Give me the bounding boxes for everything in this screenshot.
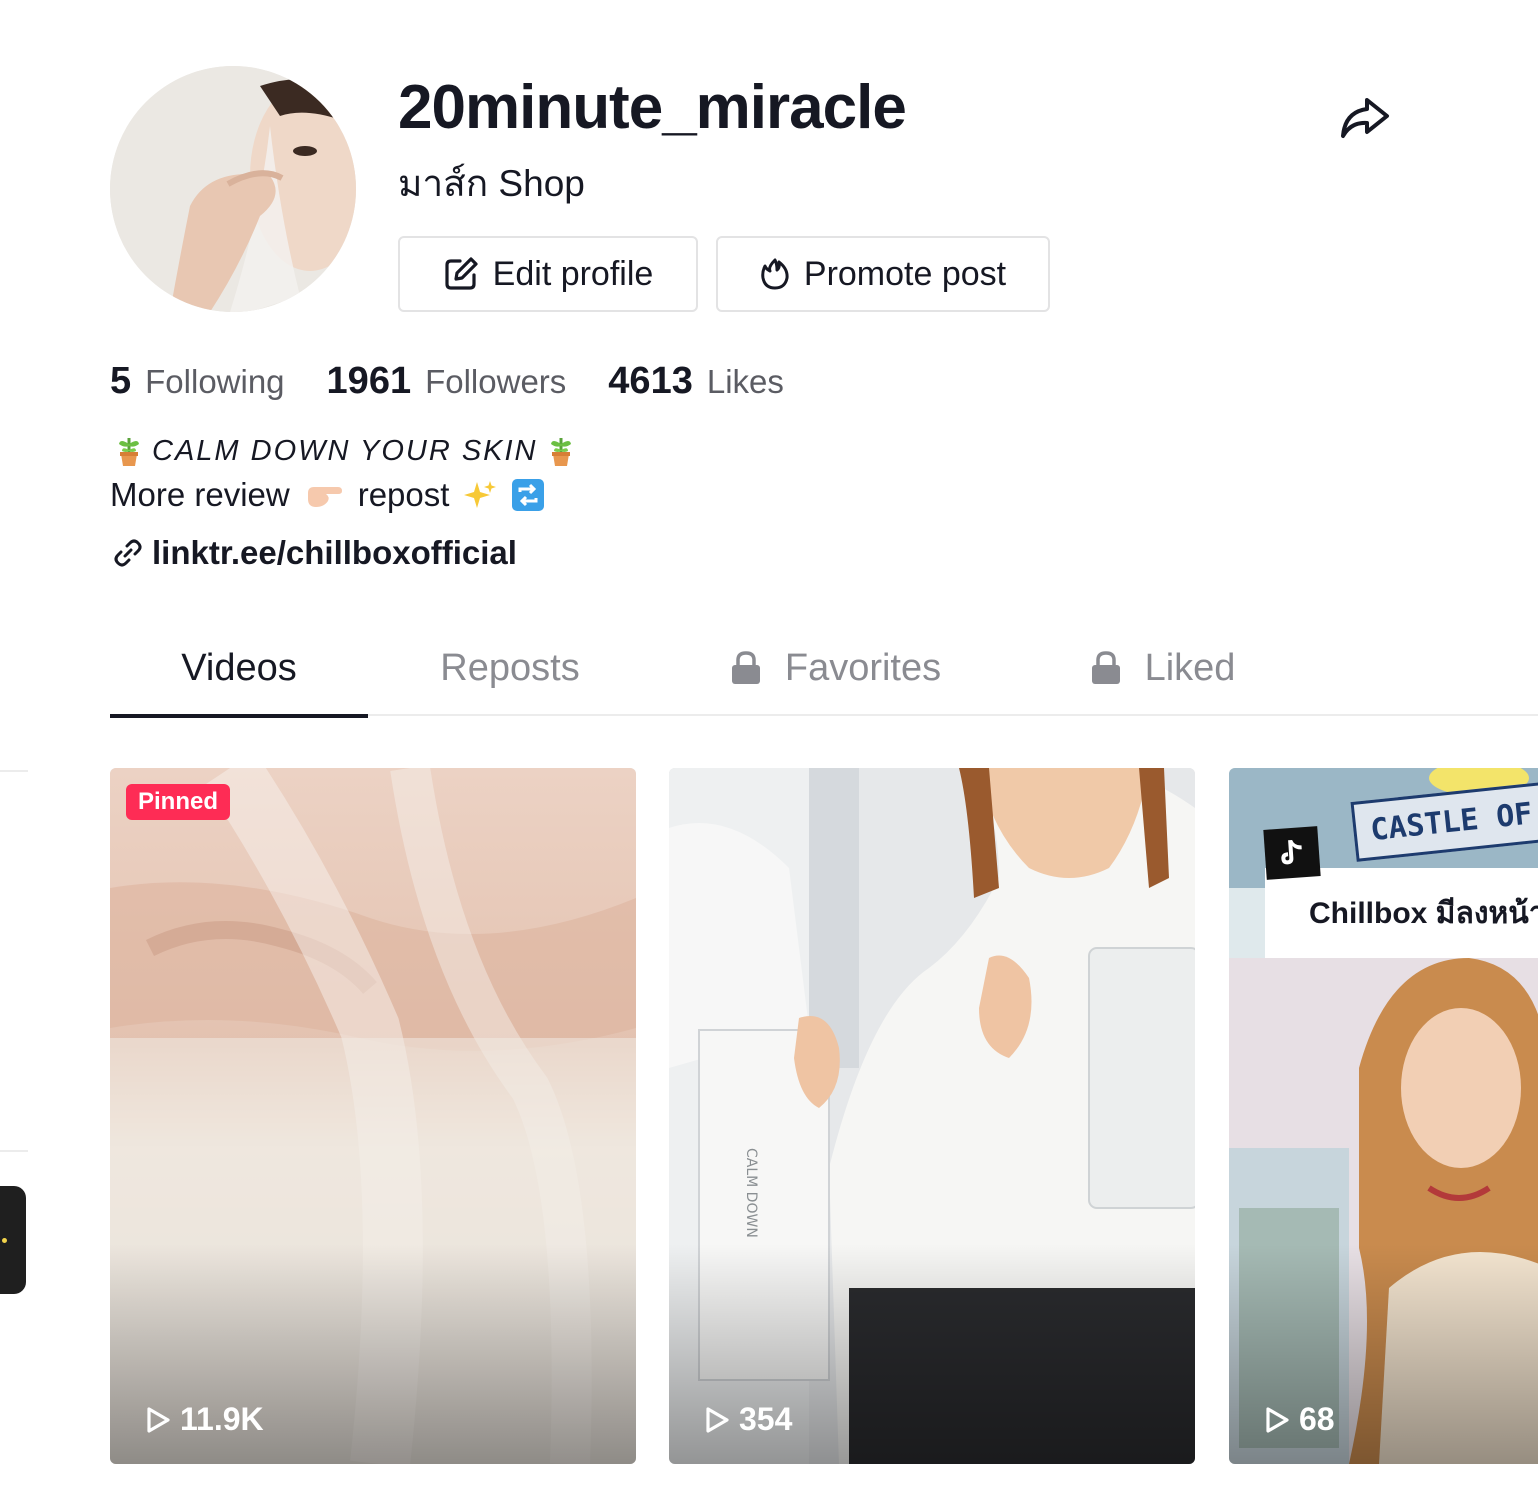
stat-label: Likes	[706, 363, 784, 400]
flame-icon	[761, 258, 789, 290]
stat-followers[interactable]: 1961 Followers	[327, 360, 567, 403]
tab-label: Reposts	[440, 646, 580, 689]
video-card[interactable]: Pinned 11.9K	[110, 768, 636, 1464]
lock-icon	[1091, 651, 1120, 684]
stat-label: Following	[145, 363, 285, 400]
view-count: 68	[1263, 1401, 1335, 1438]
share-arrow-icon	[1341, 98, 1389, 138]
stat-following[interactable]: 5 Following	[110, 360, 285, 403]
edge-divider	[0, 1150, 28, 1152]
pinned-badge: Pinned	[126, 784, 231, 820]
svg-text:CALM DOWN: CALM DOWN	[743, 1148, 759, 1238]
edge-divider	[0, 770, 28, 772]
avatar-photo	[110, 66, 356, 312]
profile-stats: 5 Following 1961 Followers 4613 Likes	[110, 360, 826, 403]
profile-page: 20minute_miracle มาส์ก Shop Edit profile…	[0, 0, 1538, 1488]
view-count-text: 68	[1299, 1401, 1335, 1437]
play-outline-icon	[706, 1406, 729, 1433]
bio-text: More review	[110, 476, 290, 513]
view-count-text: 354	[739, 1401, 793, 1437]
promote-post-label: Promote post	[803, 254, 1007, 293]
profile-username: 20minute_miracle	[398, 73, 907, 142]
potted-plant-icon	[114, 434, 144, 468]
bio-line-1: CALM DOWN YOUR SKIN	[114, 434, 576, 468]
edit-profile-label: Edit profile	[492, 254, 654, 293]
pointing-hand-icon	[304, 479, 344, 511]
bio-line-2: More review repost	[110, 476, 545, 514]
view-count-text: 11.9K	[180, 1401, 264, 1437]
share-profile-button[interactable]	[1336, 88, 1394, 146]
tab-videos[interactable]: Videos	[110, 620, 368, 718]
profile-tabs: Videos Reposts Favorites Liked	[110, 620, 1538, 718]
potted-plant-icon	[546, 434, 576, 468]
video-card[interactable]: CALM DOWN 354	[669, 768, 1195, 1464]
lock-icon	[731, 651, 760, 684]
play-outline-icon	[1266, 1406, 1289, 1433]
bio-link-text: linktr.ee/chillboxofficial	[152, 534, 517, 571]
stat-count: 5	[110, 360, 132, 402]
tab-label: Liked	[1144, 646, 1236, 689]
video-card[interactable]: CASTLE OF THE Chillbox มีลงหน้า 68	[1229, 768, 1538, 1464]
tab-favorites[interactable]: Favorites	[710, 620, 960, 716]
tiktok-logo-icon	[1263, 826, 1321, 880]
promote-post-button[interactable]: Promote post	[716, 236, 1050, 312]
avatar[interactable]	[110, 66, 356, 312]
edit-pencil-icon	[445, 257, 478, 290]
view-count: 354	[703, 1401, 792, 1438]
tab-liked[interactable]: Liked	[1072, 620, 1252, 716]
tab-reposts[interactable]: Reposts	[410, 620, 610, 716]
repeat-button-icon	[511, 478, 545, 512]
bio-link[interactable]: linktr.ee/chillboxofficial	[112, 534, 517, 572]
video-caption: Chillbox มีลงหน้า	[1265, 868, 1538, 958]
play-outline-icon	[147, 1406, 170, 1433]
bio-tagline: CALM DOWN YOUR SKIN	[152, 434, 538, 467]
edit-profile-button[interactable]: Edit profile	[398, 236, 698, 312]
sparkles-icon	[463, 478, 497, 512]
stat-count: 1961	[326, 360, 412, 402]
side-floating-button[interactable]	[0, 1186, 26, 1294]
tab-label: Videos	[181, 646, 297, 689]
stat-count: 4613	[608, 360, 693, 402]
stat-likes: 4613 Likes	[608, 360, 784, 403]
profile-nickname: มาส์ก Shop	[398, 163, 585, 204]
stat-label: Followers	[425, 363, 567, 400]
view-count: 11.9K	[144, 1401, 264, 1438]
bio-text: repost	[357, 476, 450, 513]
link-chain-icon	[114, 539, 142, 567]
tab-label: Favorites	[784, 646, 942, 689]
